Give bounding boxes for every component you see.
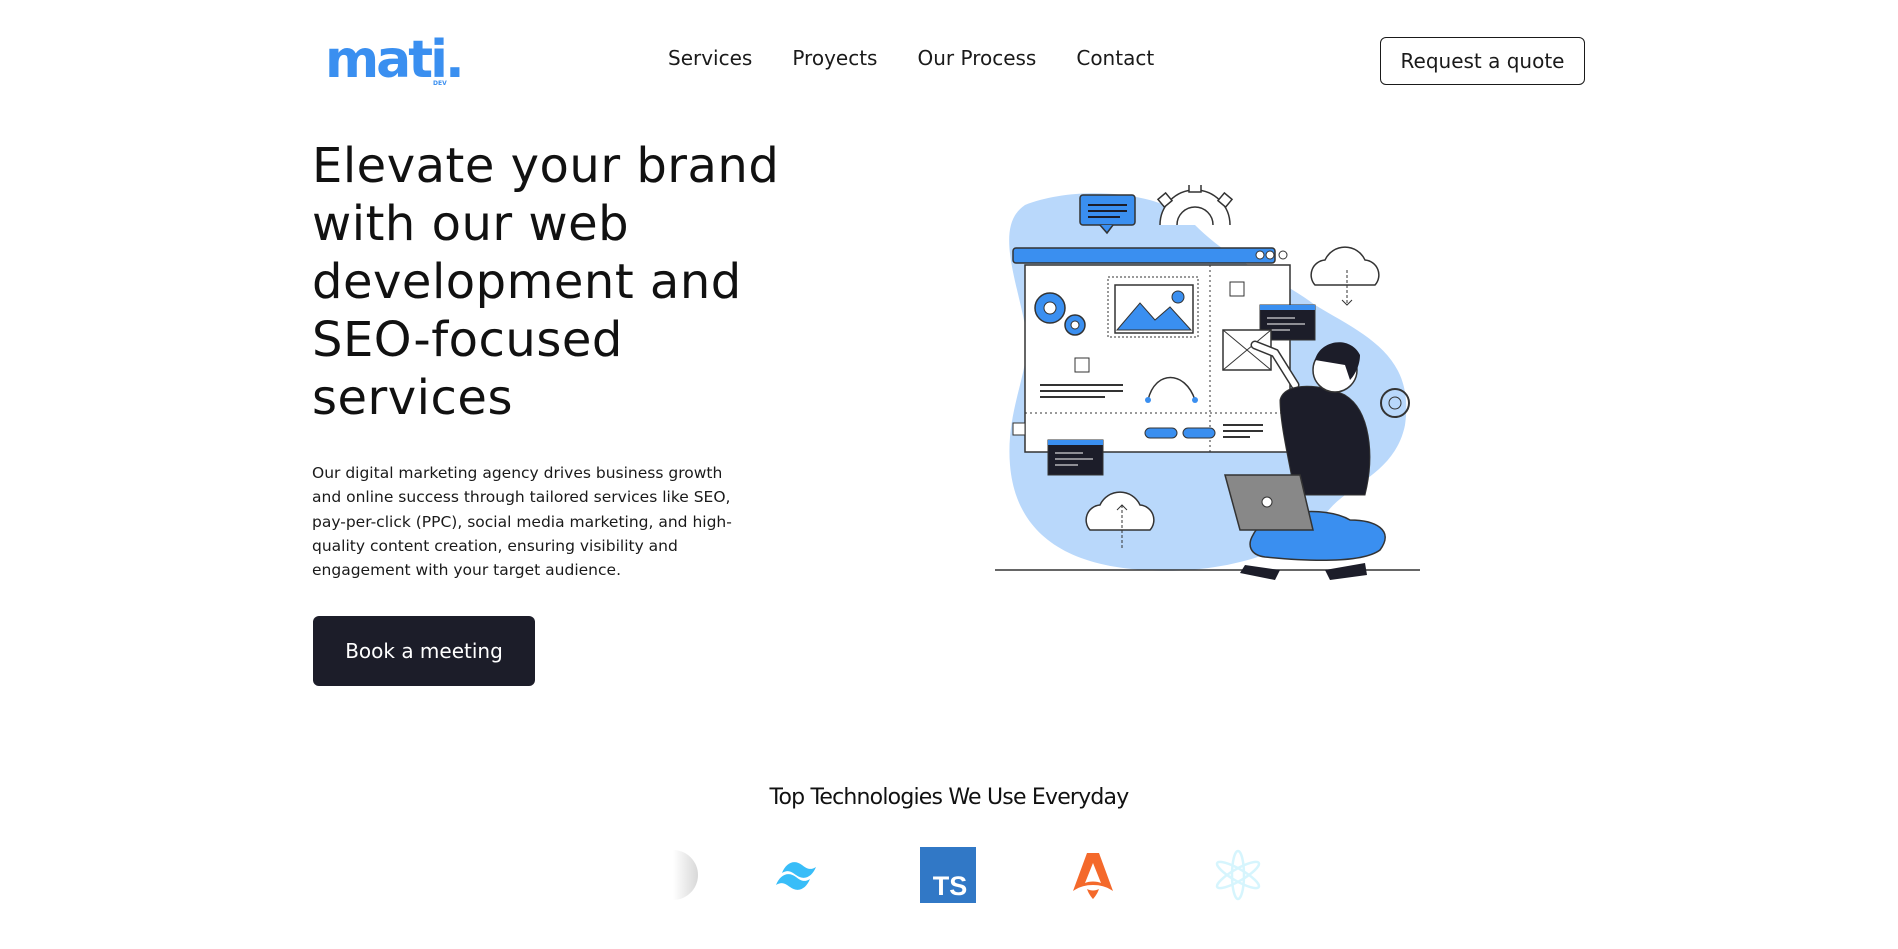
- technologies-carousel: TS: [660, 845, 1261, 905]
- ts-label: TS: [933, 871, 968, 901]
- nav-our-process[interactable]: Our Process: [917, 46, 1036, 70]
- nav-projects[interactable]: Proyects: [792, 46, 877, 70]
- nav-contact[interactable]: Contact: [1076, 46, 1154, 70]
- react-logo: [1208, 845, 1268, 905]
- typescript-logo: TS: [918, 845, 978, 905]
- tailwind-logo: [772, 845, 832, 905]
- main-nav: Services Proyects Our Process Contact: [668, 46, 1154, 70]
- developer-illustration: [995, 179, 1420, 580]
- hero-illustration: [995, 179, 1425, 595]
- partial-circle-logo: [660, 845, 720, 905]
- book-meeting-button[interactable]: Book a meeting: [313, 616, 535, 686]
- astro-logo: [1063, 845, 1123, 905]
- nav-services[interactable]: Services: [668, 46, 752, 70]
- logo-subtext: DEV: [433, 80, 447, 87]
- request-quote-button[interactable]: Request a quote: [1380, 37, 1585, 85]
- hero-description: Our digital marketing agency drives busi…: [312, 464, 732, 580]
- site-header: mati. DEV Services Proyects Our Process …: [0, 0, 1898, 125]
- hero-title: Elevate your brand with our web developm…: [312, 138, 780, 426]
- mati-logo[interactable]: mati. DEV: [325, 30, 465, 90]
- technologies-title: Top Technologies We Use Everyday: [769, 785, 1130, 810]
